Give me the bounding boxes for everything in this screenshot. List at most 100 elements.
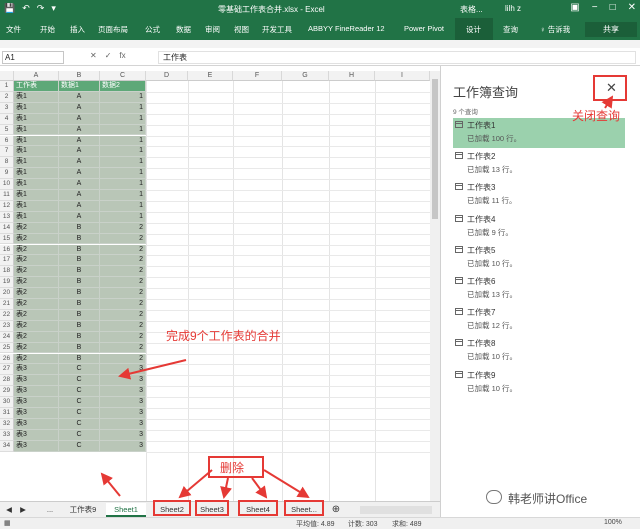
- row-header[interactable]: 26: [0, 353, 14, 365]
- maximize-icon[interactable]: □: [610, 2, 616, 13]
- query-item[interactable]: 工作表7 已加载 12 行。: [453, 305, 625, 335]
- table-cell[interactable]: 表1: [14, 135, 59, 147]
- row-header[interactable]: 10: [0, 179, 14, 190]
- tab-developer[interactable]: 开发工具: [262, 24, 292, 35]
- table-cell[interactable]: B: [59, 222, 100, 234]
- row-header[interactable]: 22: [0, 309, 14, 321]
- close-icon[interactable]: ✕: [606, 80, 617, 96]
- table-cell[interactable]: 表3: [14, 429, 59, 441]
- tab-view[interactable]: 视图: [234, 24, 249, 35]
- row-header[interactable]: 7: [0, 146, 14, 158]
- table-cell[interactable]: C: [59, 418, 100, 430]
- table-cell[interactable]: 1: [100, 124, 146, 136]
- add-sheet-icon[interactable]: ⊕: [330, 503, 342, 517]
- table-cell[interactable]: 表2: [14, 299, 59, 310]
- table-cell[interactable]: 表3: [14, 386, 59, 398]
- table-cell[interactable]: 表2: [14, 320, 59, 332]
- user-name[interactable]: lilh z: [505, 4, 521, 13]
- table-cell[interactable]: 1: [100, 146, 146, 158]
- table-cell[interactable]: B: [59, 342, 100, 354]
- column-header-A[interactable]: A: [14, 71, 59, 81]
- scroll-thumb[interactable]: [432, 79, 438, 219]
- table-cell[interactable]: C: [59, 440, 100, 452]
- table-cell[interactable]: 1: [100, 179, 146, 190]
- table-cell[interactable]: B: [59, 277, 100, 289]
- table-cell[interactable]: 1: [100, 91, 146, 103]
- tab-home[interactable]: 开始: [40, 24, 55, 35]
- table-cell[interactable]: 2: [100, 255, 146, 267]
- row-header[interactable]: 28: [0, 375, 14, 387]
- share-button[interactable]: 共享: [585, 22, 637, 37]
- table-cell[interactable]: B: [59, 288, 100, 299]
- table-cell[interactable]: B: [59, 244, 100, 256]
- table-cell[interactable]: B: [59, 266, 100, 278]
- query-item[interactable]: 工作表8 已加载 10 行。: [453, 336, 625, 366]
- table-cell[interactable]: 表1: [14, 124, 59, 136]
- table-cell[interactable]: 1: [100, 157, 146, 169]
- table-cell[interactable]: 1: [100, 135, 146, 147]
- table-header-cell[interactable]: 数据2: [100, 81, 146, 92]
- table-cell[interactable]: 表2: [14, 342, 59, 354]
- row-header[interactable]: 27: [0, 364, 14, 376]
- table-cell[interactable]: 2: [100, 277, 146, 289]
- table-cell[interactable]: 3: [100, 429, 146, 441]
- column-header-H[interactable]: H: [329, 71, 375, 81]
- save-icon[interactable]: 💾: [4, 3, 15, 14]
- customize-qat-icon[interactable]: ▾: [51, 3, 56, 14]
- tab-formulas[interactable]: 公式: [145, 24, 160, 35]
- table-cell[interactable]: 1: [100, 102, 146, 114]
- table-cell[interactable]: 1: [100, 168, 146, 180]
- table-cell[interactable]: 表2: [14, 222, 59, 234]
- table-cell[interactable]: 3: [100, 364, 146, 376]
- row-header[interactable]: 21: [0, 299, 14, 310]
- redo-icon[interactable]: ↷: [37, 3, 45, 14]
- table-cell[interactable]: 表2: [14, 266, 59, 278]
- table-cell[interactable]: 3: [100, 418, 146, 430]
- column-header-F[interactable]: F: [233, 71, 282, 81]
- worksheet-grid[interactable]: A B C D E F G H I 1 工作表 数据1 数据2 2 表1 A 1 3 表1 A 1 4 表1 A 1 5 表1 A 1 6…: [0, 71, 430, 501]
- table-cell[interactable]: C: [59, 364, 100, 376]
- column-header-G[interactable]: G: [282, 71, 329, 81]
- table-cell[interactable]: 表1: [14, 157, 59, 169]
- table-cell[interactable]: 2: [100, 299, 146, 310]
- table-cell[interactable]: 表1: [14, 179, 59, 190]
- column-header-E[interactable]: E: [188, 71, 233, 81]
- table-cell[interactable]: 表1: [14, 190, 59, 201]
- row-header[interactable]: 4: [0, 113, 14, 125]
- row-header[interactable]: 9: [0, 168, 14, 180]
- table-cell[interactable]: 表3: [14, 397, 59, 408]
- tab-sheet1[interactable]: Sheet1: [106, 503, 146, 517]
- table-cell[interactable]: B: [59, 309, 100, 321]
- row-header[interactable]: 12: [0, 200, 14, 212]
- table-cell[interactable]: 表1: [14, 211, 59, 223]
- table-cell[interactable]: C: [59, 408, 100, 419]
- row-header[interactable]: 31: [0, 408, 14, 419]
- column-header-C[interactable]: C: [100, 71, 146, 81]
- table-cell[interactable]: 2: [100, 233, 146, 245]
- vertical-scrollbar[interactable]: [430, 71, 440, 501]
- table-cell[interactable]: 表1: [14, 102, 59, 114]
- table-cell[interactable]: 2: [100, 353, 146, 365]
- table-cell[interactable]: 3: [100, 440, 146, 452]
- table-cell[interactable]: 表1: [14, 113, 59, 125]
- query-item[interactable]: 工作表3 已加载 11 行。: [453, 180, 625, 210]
- row-header[interactable]: 11: [0, 190, 14, 201]
- row-header[interactable]: 5: [0, 124, 14, 136]
- table-cell[interactable]: B: [59, 331, 100, 343]
- row-header[interactable]: 2: [0, 91, 14, 103]
- table-cell[interactable]: C: [59, 397, 100, 408]
- row-header[interactable]: 24: [0, 331, 14, 343]
- row-header[interactable]: 8: [0, 157, 14, 169]
- tab-query[interactable]: 查询: [503, 24, 518, 35]
- column-header-I[interactable]: I: [375, 71, 430, 81]
- table-cell[interactable]: 表3: [14, 418, 59, 430]
- table-cell[interactable]: 表2: [14, 255, 59, 267]
- formula-input[interactable]: 工作表: [158, 51, 636, 64]
- tab-review[interactable]: 审阅: [205, 24, 220, 35]
- query-item[interactable]: 工作表6 已加载 13 行。: [453, 274, 625, 304]
- table-cell[interactable]: A: [59, 102, 100, 114]
- table-cell[interactable]: 2: [100, 288, 146, 299]
- row-header[interactable]: 1: [0, 81, 14, 92]
- query-item[interactable]: 工作表2 已加载 13 行。: [453, 149, 625, 179]
- table-cell[interactable]: B: [59, 353, 100, 365]
